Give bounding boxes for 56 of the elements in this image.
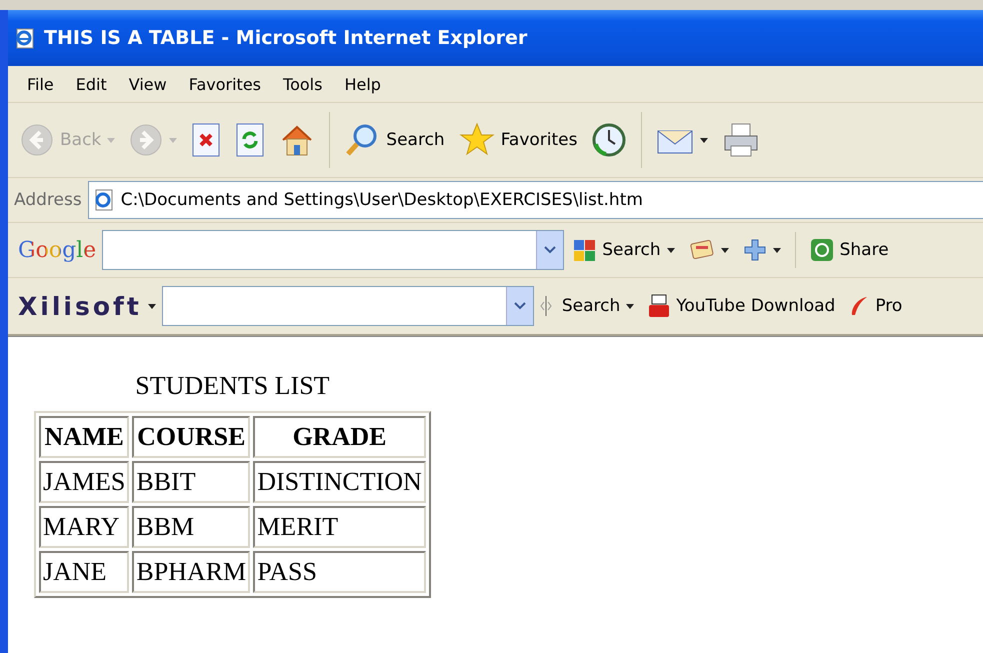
xilisoft-logo: Xilisoft [18, 292, 142, 320]
table-cell: BBM [132, 506, 250, 548]
caret-icon [720, 248, 729, 252]
youtube-download-button[interactable]: YouTube Download [644, 292, 840, 320]
column-header: COURSE [132, 416, 250, 458]
search-button[interactable]: Search [340, 120, 449, 160]
table-cell: JANE [39, 551, 130, 593]
menu-item[interactable]: Help [333, 74, 392, 94]
table-cell: MARY [39, 506, 130, 548]
search-button[interactable]: Search [558, 294, 638, 318]
product-button[interactable]: Pro [845, 293, 906, 319]
caret-icon [169, 138, 178, 142]
caret-icon [107, 138, 116, 142]
address-label: Address [14, 190, 82, 210]
caret-icon[interactable] [148, 304, 156, 308]
table-cell: PASS [253, 551, 426, 593]
column-header: NAME [39, 416, 130, 458]
menu-item[interactable]: Favorites [178, 74, 272, 94]
grip-icon [540, 296, 552, 316]
menu-item[interactable]: View [118, 74, 178, 94]
refresh-page-icon [235, 122, 266, 158]
google-logo: Google [18, 238, 96, 262]
page-icon [92, 188, 115, 212]
table-cell: DISTINCTION [253, 461, 426, 503]
share-icon [810, 238, 834, 262]
colored-squares-icon [574, 238, 596, 262]
swoosh-icon [849, 295, 870, 317]
caret-icon [700, 138, 708, 142]
chevron-down-icon [514, 302, 526, 310]
video-logo-icon [648, 294, 670, 318]
stop-page-icon [191, 122, 222, 158]
caret-icon [772, 248, 781, 252]
caret-icon [666, 248, 675, 252]
share-button[interactable]: Share [806, 236, 893, 264]
menu-item[interactable]: Edit [64, 74, 118, 94]
browser-icon [14, 27, 36, 49]
table-cell: JAMES [39, 461, 130, 503]
history-clock-icon [591, 122, 628, 158]
star-icon [458, 122, 495, 158]
search-button[interactable]: Search [570, 236, 679, 264]
caret-icon [626, 304, 634, 308]
menu-item[interactable]: File [16, 74, 65, 94]
table-cell: MERIT [253, 506, 426, 548]
window-title: THIS IS A TABLE - Microsoft Internet Explorer [44, 27, 528, 49]
chevron-down-icon [544, 246, 556, 254]
search-field[interactable] [162, 286, 534, 326]
table-cell: BPHARM [132, 551, 250, 593]
address-field[interactable]: C:\Documents and Settings\User\Desktop\EXERCISES\list.htm [88, 181, 983, 219]
table-cell: BBIT [132, 461, 250, 503]
favorites-button[interactable]: Favorites [454, 120, 582, 160]
printer-icon [722, 122, 760, 158]
plus-icon [742, 238, 767, 262]
menu-item[interactable]: Tools [272, 74, 334, 94]
column-header: GRADE [253, 416, 426, 458]
search-field[interactable] [102, 230, 564, 270]
page-heading: STUDENTS LIST [135, 371, 330, 401]
